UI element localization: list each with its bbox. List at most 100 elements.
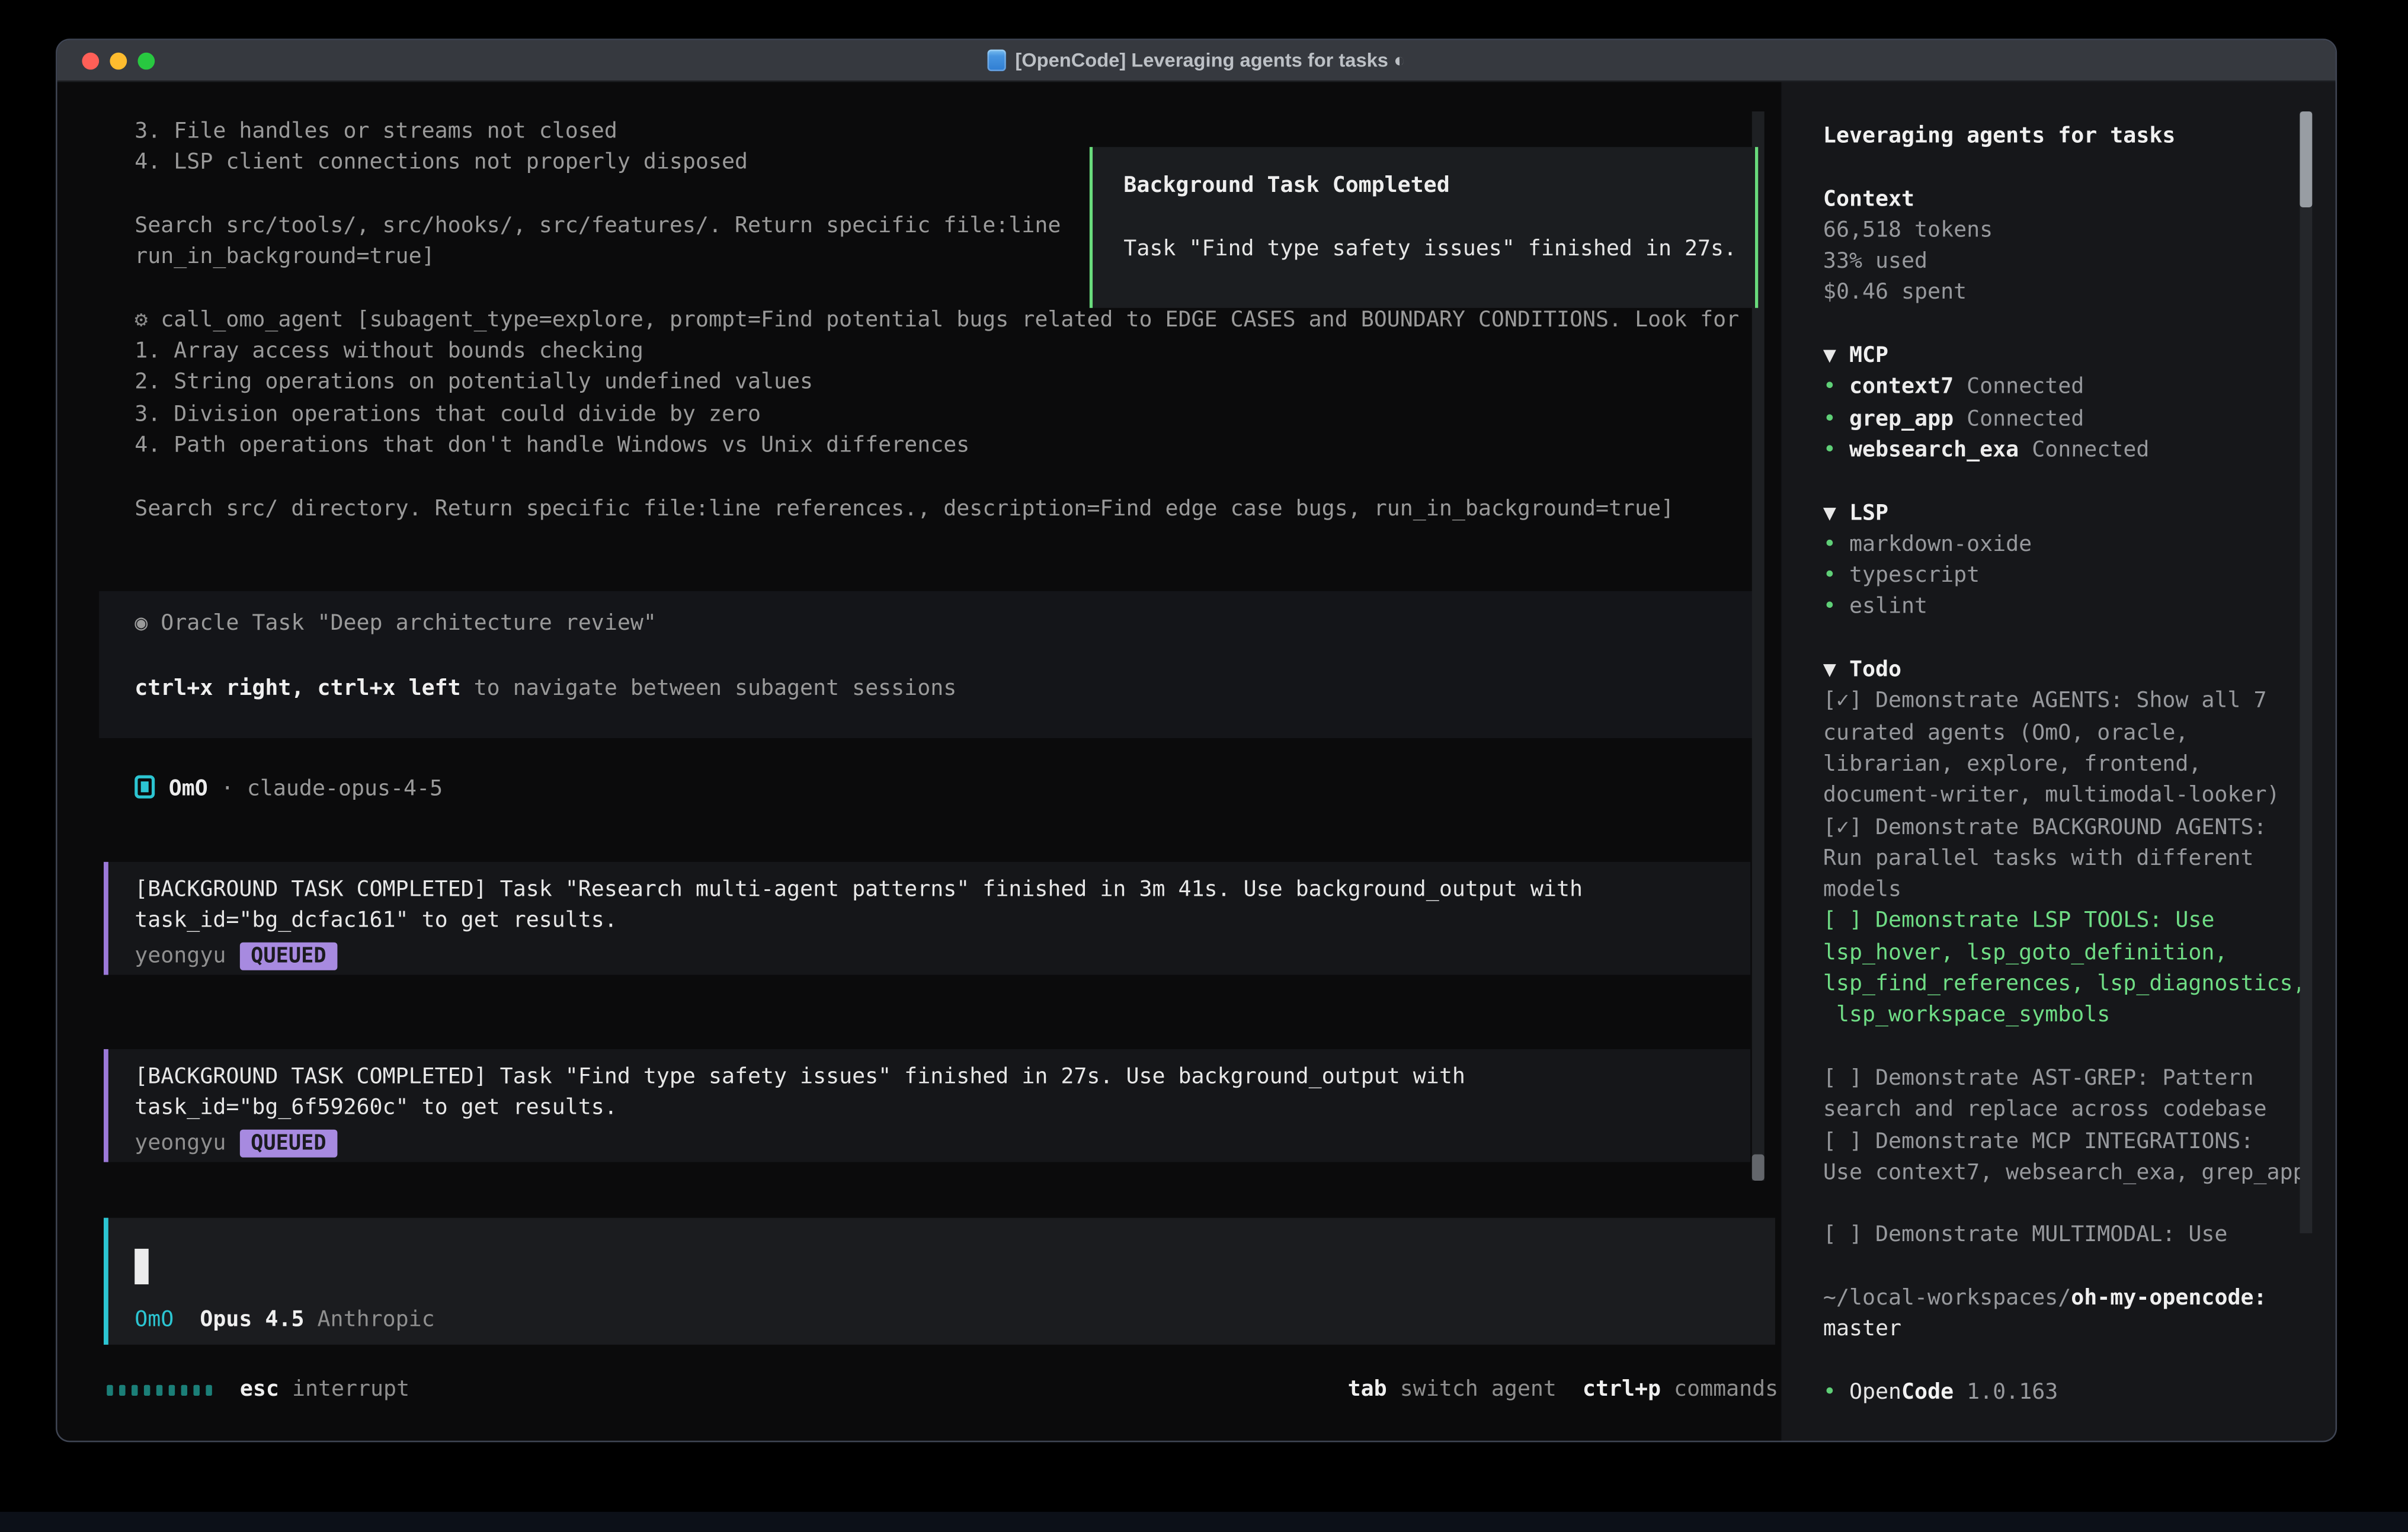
background-task-message: [BACKGROUND TASK COMPLETED] Task "Resear… (104, 862, 1750, 975)
todo-line-current: lsp_find_references, lsp_diagnostics, (1781, 972, 2337, 1003)
version-row: • OpenCode 1.0.163 (1781, 1380, 2337, 1412)
close-button[interactable] (82, 53, 99, 70)
lsp-heading: LSP (1849, 501, 1888, 525)
esc-hint: esc interrupt (240, 1377, 409, 1402)
chevron-down-icon: ▼ (1823, 658, 1849, 682)
oracle-shortcut-hint: ctrl+x right, ctrl+x left to navigate be… (135, 676, 956, 701)
task-message-line: task_id="bg_6f59260c" to get results. (135, 1096, 1750, 1127)
spinner-dot (156, 1384, 162, 1395)
transcript-line: 3. Division operations that could divide… (135, 402, 1756, 433)
mcp-item: • context7 Connected (1781, 375, 2337, 406)
traffic-lights (82, 53, 155, 70)
mcp-item-status: Connected (1954, 406, 2084, 431)
spacer (305, 1307, 318, 1332)
oracle-task-text: Oracle Task "Deep architecture review" (161, 611, 657, 636)
commands-key-label: ctrl+p (1557, 1377, 1661, 1402)
context-heading: Context (1781, 187, 2337, 218)
minimize-button[interactable] (110, 53, 127, 70)
status-badge: QUEUED (240, 942, 337, 970)
mcp-section-header[interactable]: ▼ MCP (1781, 344, 2337, 375)
lsp-item-name: eslint (1849, 595, 1927, 620)
main-scrollbar-thumb[interactable] (1752, 1155, 1765, 1181)
background-task-toast: Background Task Completed Task "Find typ… (1090, 147, 1758, 308)
agent-separator: · (208, 777, 247, 802)
todo-line: librarian, explore, frontend, (1781, 752, 2337, 783)
todo-line-current: lsp_workspace_symbols (1781, 1003, 2337, 1034)
agent-name: OmO (169, 777, 208, 802)
oracle-task-header: ◉ Oracle Task "Deep architecture review" (135, 611, 657, 636)
todo-line: [ ] Demonstrate AST-GREP: Pattern (1781, 1066, 2337, 1097)
gear-icon: ⚙ (135, 307, 161, 332)
terminal-main-pane[interactable]: 3. File handles or streams not closed 4.… (57, 82, 1782, 1440)
spinner-dot (206, 1384, 212, 1395)
tab-key-label: tab (1348, 1377, 1387, 1402)
todo-line: [✓] Demonstrate BACKGROUND AGENTS: (1781, 815, 2337, 846)
input-agent-name: OmO (135, 1307, 174, 1332)
window-title-group: [OpenCode] Leveraging agents for tasks ◐ (987, 50, 1405, 72)
spinner-dot (119, 1384, 125, 1395)
status-badge: QUEUED (240, 1129, 337, 1157)
session-title: Leveraging agents for tasks (1781, 124, 2337, 155)
opencode-window: [OpenCode] Leveraging agents for tasks ◐… (56, 39, 2337, 1442)
workspace-path: ~/local-workspaces/oh-my-opencode: (1781, 1286, 2337, 1318)
zoom-button[interactable] (137, 53, 155, 70)
chevron-down-icon: ▼ (1823, 344, 1849, 368)
todo-line: Run parallel tasks with different (1781, 846, 2337, 877)
toast-body: Task "Find type safety issues" finished … (1123, 237, 1737, 262)
shortcut-keys: ctrl+x right, ctrl+x left (135, 676, 460, 701)
app-version: 1.0.163 (1954, 1380, 2058, 1405)
lsp-section-header[interactable]: ▼ LSP (1781, 501, 2337, 532)
todo-section-header[interactable]: ▼ Todo (1781, 658, 2337, 689)
sidebar-scrollbar-thumb[interactable] (2300, 111, 2312, 207)
shortcut-hint-text: to navigate between subagent sessions (461, 676, 957, 701)
task-message-line: [BACKGROUND TASK COMPLETED] Task "Resear… (135, 877, 1750, 909)
sidebar-scrollbar[interactable] (2300, 111, 2312, 1233)
transcript-line: 4. Path operations that don't handle Win… (135, 433, 1756, 464)
task-meta-row: yeongyu QUEUED (135, 1127, 1750, 1159)
todo-line: Use context7, websearch_exa, grep_app (1781, 1160, 2337, 1191)
spinner-dot (107, 1384, 113, 1395)
status-dot-icon: • (1823, 406, 1849, 431)
tool-call-text: call_omo_agent [subagent_type=explore, p… (161, 307, 1739, 332)
status-dot-icon: • (1823, 595, 1849, 620)
workspace-repo: oh-my-opencode: (2071, 1286, 2266, 1311)
oracle-bullet-icon: ◉ (135, 611, 161, 636)
session-sidebar: Leveraging agents for tasks Context 66,5… (1781, 82, 2337, 1440)
spinner-dot (132, 1384, 137, 1395)
transcript-line (135, 464, 1756, 496)
window-title: [OpenCode] Leveraging agents for tasks ◐ (1015, 50, 1405, 72)
workspace-branch: master (1781, 1318, 2337, 1349)
lsp-item: • markdown-oxide (1781, 532, 2337, 563)
status-dot-icon: • (1823, 532, 1849, 557)
todo-line: search and replace across codebase (1781, 1097, 2337, 1129)
task-meta-row: yeongyuQUEUED (135, 940, 1750, 972)
workspace-path-prefix: ~/local-workspaces/ (1823, 1286, 2071, 1311)
todo-line: [ ] Demonstrate MULTIMODAL: Use (1781, 1223, 2337, 1255)
task-author: yeongyu (135, 1131, 226, 1156)
transcript-line: 2. String operations on potentially unde… (135, 370, 1756, 402)
spinner-dot (181, 1384, 187, 1395)
todo-line: models (1781, 877, 2337, 909)
transcript-line: 1. Array access without bounds checking (135, 339, 1756, 370)
tab-action-label: switch agent (1387, 1377, 1557, 1402)
context-spent: $0.46 spent (1781, 281, 2337, 312)
status-dot-icon: • (1823, 375, 1849, 400)
agent-square-icon (135, 775, 155, 799)
todo-line-current: lsp_hover, lsp_goto_definition, (1781, 940, 2337, 972)
prompt-input[interactable]: OmO Opus 4.5 Anthropic (104, 1218, 1775, 1345)
status-dot-icon: • (1823, 1380, 1849, 1405)
context-used: 33% used (1781, 249, 2337, 281)
mcp-item-name: context7 (1849, 375, 1954, 400)
todo-line: document-writer, multimodal-looker) (1781, 783, 2337, 815)
window-titlebar[interactable]: [OpenCode] Leveraging agents for tasks ◐ (57, 40, 2336, 82)
input-provider-name: Anthropic (318, 1307, 435, 1332)
todo-line: [✓] Demonstrate AGENTS: Show all 7 (1781, 689, 2337, 720)
app-name: Open (1849, 1380, 1901, 1405)
agent-session-header[interactable]: OmO · claude-opus-4-5 (135, 775, 443, 802)
chevron-down-icon: ▼ (1823, 501, 1849, 525)
transcript-line: 3. File handles or streams not closed (135, 119, 1756, 150)
todo-heading: Todo (1849, 658, 1901, 682)
document-icon (987, 50, 1006, 72)
mcp-item-status: Connected (2019, 438, 2149, 463)
status-dot-icon: • (1823, 563, 1849, 588)
